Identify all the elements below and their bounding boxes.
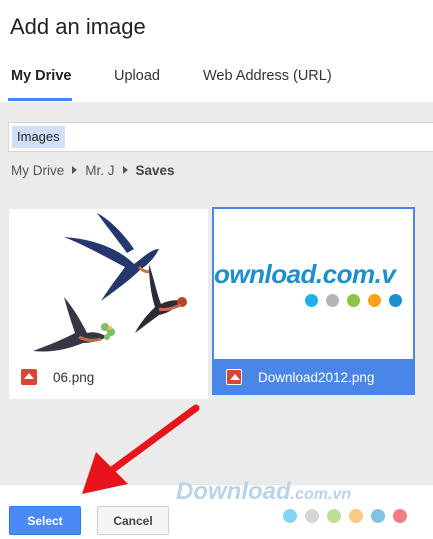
watermark-dot <box>371 509 385 523</box>
thumbnail-swallows <box>9 209 208 359</box>
tab-my-drive[interactable]: My Drive <box>11 58 71 102</box>
logo-dot <box>326 294 339 307</box>
dialog-title: Add an image <box>10 14 146 39</box>
thumbnail-download-logo: ownload.com.v <box>214 209 413 359</box>
breadcrumb-mr-j[interactable]: Mr. J <box>85 163 114 178</box>
active-tab-underline <box>8 98 72 101</box>
file-card-footer: Download2012.png <box>214 359 413 393</box>
image-file-icon <box>226 369 242 385</box>
logo-dot <box>368 294 381 307</box>
logo-dot <box>389 294 402 307</box>
filter-chip-images[interactable]: Images <box>12 126 65 148</box>
tab-web-address[interactable]: Web Address (URL) <box>203 58 332 102</box>
watermark-suffix: .com.vn <box>290 486 352 503</box>
watermark-text: Download <box>176 478 291 505</box>
breadcrumb-separator-icon <box>72 166 78 174</box>
select-button[interactable]: Select <box>9 506 81 535</box>
watermark-logo: Download.com.vn <box>176 478 351 506</box>
tab-bar: My Drive Upload Web Address (URL) <box>0 58 433 102</box>
watermark-dot <box>305 509 319 523</box>
cancel-button[interactable]: Cancel <box>97 506 169 535</box>
watermark-dot <box>283 509 297 523</box>
tab-upload[interactable]: Upload <box>114 58 160 102</box>
file-name: Download2012.png <box>258 370 375 385</box>
logo-dot <box>305 294 318 307</box>
breadcrumb-my-drive[interactable]: My Drive <box>11 163 64 178</box>
file-card-footer: 06.png <box>9 359 208 399</box>
file-name: 06.png <box>53 370 95 385</box>
breadcrumb-separator-icon <box>122 166 128 174</box>
download-logo-text: ownload.com.v <box>214 259 396 289</box>
watermark-dot <box>393 509 407 523</box>
logo-dot <box>347 294 360 307</box>
breadcrumb: My Drive Mr. J Saves <box>11 160 175 180</box>
breadcrumb-saves: Saves <box>135 162 175 178</box>
search-input[interactable] <box>69 125 433 149</box>
file-card-06[interactable]: 06.png <box>9 209 208 399</box>
search-box[interactable]: Images <box>8 122 433 152</box>
watermark-dot <box>349 509 363 523</box>
image-file-icon <box>21 369 37 385</box>
file-browser-panel: Images My Drive Mr. J Saves 06.png ownlo… <box>0 102 433 484</box>
file-card-download2012[interactable]: ownload.com.v Download2012.png <box>212 207 415 395</box>
watermark-dot <box>327 509 341 523</box>
